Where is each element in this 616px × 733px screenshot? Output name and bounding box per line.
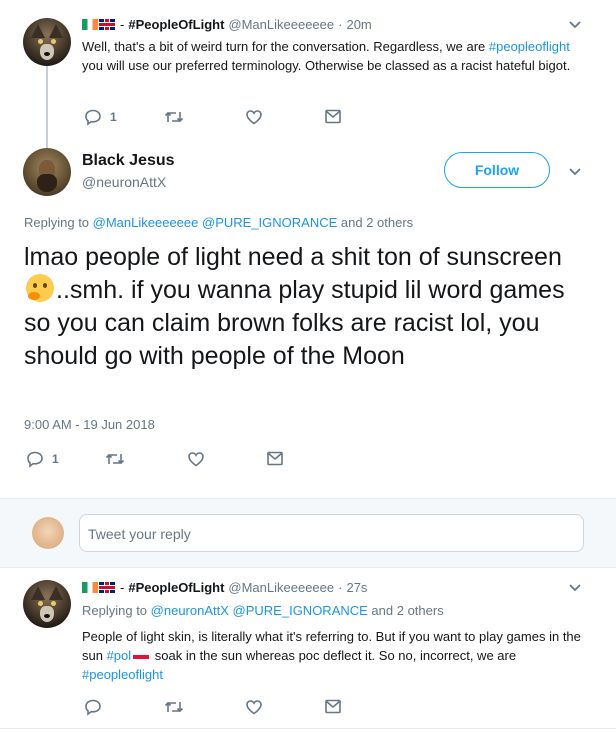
tweet-time[interactable]: 27s xyxy=(346,580,367,595)
uk-flag xyxy=(99,582,115,593)
divider xyxy=(0,728,616,729)
reply-icon xyxy=(85,109,101,126)
message-icon xyxy=(325,109,341,124)
tweet-header: - #PeopleOfLight @ManLikeeeeeee · 27s xyxy=(82,580,367,595)
mention-link[interactable]: @PURE_IGNORANCE xyxy=(233,603,368,618)
tweet-text-part: soak in the sun whereas poc deflect it. … xyxy=(151,648,517,663)
tweet-text: lmao people of light need a shit ton of … xyxy=(24,241,594,373)
retweet-icon xyxy=(164,111,184,123)
thread-line xyxy=(46,66,48,148)
chevron-down-icon[interactable] xyxy=(568,583,582,593)
reply-button[interactable] xyxy=(84,698,102,716)
replying-suffix[interactable]: and 2 others xyxy=(368,603,443,618)
tweet-text-part: Well, that's a bit of weird turn for the… xyxy=(82,39,489,54)
hashtag-link[interactable]: #peopleoflight xyxy=(489,39,570,54)
tweet-text-part: lmao people of light need a shit ton of … xyxy=(24,243,562,271)
tweet-timestamp[interactable]: 9:00 AM - 19 Jun 2018 xyxy=(24,417,155,432)
tweet-text: Well, that's a bit of weird turn for the… xyxy=(82,37,592,75)
hashtag-link[interactable]: #peopleoflight xyxy=(82,667,163,682)
poland-flag xyxy=(133,651,150,659)
avatar[interactable] xyxy=(23,580,71,628)
separator-dot: · xyxy=(338,17,343,32)
ireland-flag xyxy=(82,582,98,593)
avatar xyxy=(32,517,64,549)
like-button[interactable] xyxy=(245,108,263,126)
message-icon xyxy=(267,451,283,466)
mention-link[interactable]: @neuronAttX xyxy=(151,603,229,618)
message-button[interactable] xyxy=(325,109,341,124)
tweet-header: - #PeopleOfLight @ManLikeeeeeee · 20m xyxy=(82,17,372,32)
tweet-text-part: you will use our preferred terminology. … xyxy=(82,58,571,73)
like-icon xyxy=(246,700,262,715)
retweet-icon xyxy=(164,701,184,713)
avatar[interactable] xyxy=(23,18,71,66)
reply-count: 1 xyxy=(110,110,117,124)
thinking-face-emoji xyxy=(26,274,54,302)
retweet-button[interactable] xyxy=(164,698,184,716)
display-name[interactable]: #PeopleOfLight xyxy=(128,580,224,595)
mention-link[interactable]: @PURE_IGNORANCE xyxy=(202,215,337,230)
avatar[interactable] xyxy=(23,148,71,196)
reply-button[interactable]: 1 xyxy=(26,450,59,468)
reply-icon xyxy=(27,451,43,468)
retweet-button[interactable] xyxy=(164,108,184,126)
separator-dash: - xyxy=(120,580,125,595)
hashtag-link[interactable]: #pol xyxy=(107,648,132,663)
like-icon xyxy=(246,110,262,125)
like-icon xyxy=(188,452,204,467)
retweet-icon xyxy=(105,453,125,465)
reply-count: 1 xyxy=(52,452,59,466)
tweet-time[interactable]: 20m xyxy=(346,17,371,32)
reply-button[interactable]: 1 xyxy=(84,108,117,126)
reply-icon xyxy=(85,699,101,716)
uk-flag xyxy=(99,19,115,30)
replying-to: Replying to @ManLikeeeeeee @PURE_IGNORAN… xyxy=(24,215,413,230)
ireland-flag xyxy=(82,19,98,30)
display-name[interactable]: #PeopleOfLight xyxy=(128,17,224,32)
user-handle[interactable]: @ManLikeeeeeee xyxy=(228,17,334,32)
message-icon xyxy=(325,699,341,714)
replying-prefix: Replying to xyxy=(82,603,151,618)
message-button[interactable] xyxy=(267,451,283,466)
display-name[interactable]: Black Jesus xyxy=(82,152,175,170)
user-handle[interactable]: @neuronAttX xyxy=(82,174,166,190)
separator-dash: - xyxy=(120,17,125,32)
replying-to: Replying to @neuronAttX @PURE_IGNORANCE … xyxy=(82,603,444,618)
message-button[interactable] xyxy=(325,699,341,714)
follow-button[interactable]: Follow xyxy=(444,152,550,188)
chevron-down-icon[interactable] xyxy=(568,20,582,30)
tweet-text-part: ..smh. if you wanna play stupid lil word… xyxy=(24,276,565,370)
mention-link[interactable]: @ManLikeeeeeee xyxy=(93,215,199,230)
retweet-button[interactable] xyxy=(105,450,125,468)
like-button[interactable] xyxy=(245,698,263,716)
separator-dot: · xyxy=(338,580,343,595)
replying-prefix: Replying to xyxy=(24,215,93,230)
reply-input[interactable]: Tweet your reply xyxy=(79,514,584,552)
like-button[interactable] xyxy=(187,450,205,468)
tweet-text: People of light skin, is literally what … xyxy=(82,627,592,684)
chevron-down-icon[interactable] xyxy=(568,167,582,177)
replying-suffix[interactable]: and 2 others xyxy=(337,215,413,230)
user-handle[interactable]: @ManLikeeeeeee xyxy=(228,580,334,595)
